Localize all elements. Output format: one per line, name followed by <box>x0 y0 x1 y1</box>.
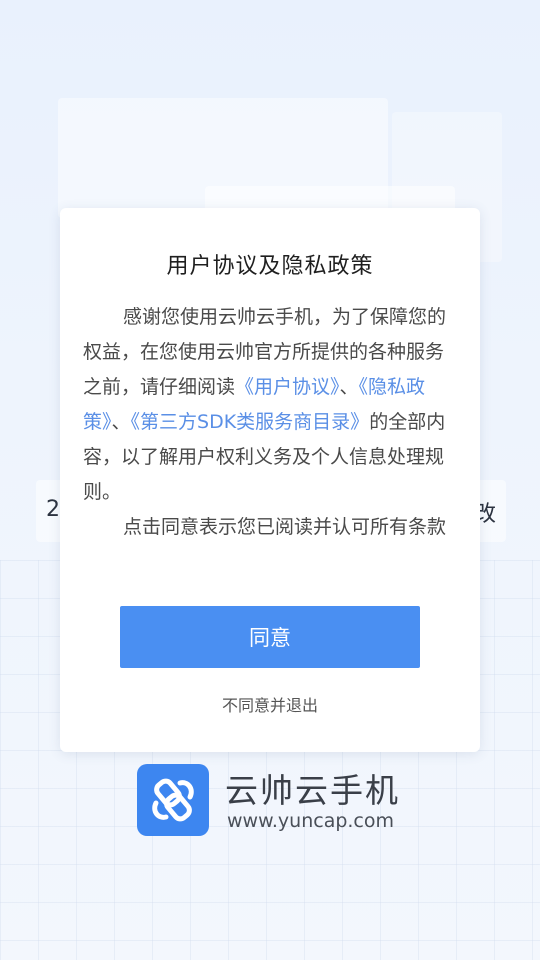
third-party-sdk-link[interactable]: 《第三方SDK类服务商目录》 <box>131 411 370 433</box>
phone-link-icon <box>152 778 194 822</box>
agree-button[interactable]: 同意 <box>120 606 420 668</box>
background-text: 2 <box>46 497 60 522</box>
app-logo <box>137 764 209 836</box>
agreement-paragraph: 感谢您使用云帅云手机，为了保障您的权益，在您使用云帅官方所提供的各种服务之前，请… <box>83 300 447 510</box>
user-agreement-link[interactable]: 《用户协议》 <box>235 376 340 398</box>
agreement-dialog: 用户协议及隐私政策 感谢您使用云帅云手机，为了保障您的权益，在您使用云帅官方所提… <box>60 208 480 752</box>
brand-footer: 云帅云手机 www.yuncap.com <box>137 764 417 838</box>
separator-text: 、 <box>111 411 131 433</box>
dialog-body: 感谢您使用云帅云手机，为了保障您的权益，在您使用云帅官方所提供的各种服务之前，请… <box>83 300 447 545</box>
separator-text: 、 <box>339 376 359 398</box>
consent-paragraph: 点击同意表示您已阅读并认可所有条款 <box>123 516 447 538</box>
reject-exit-button[interactable]: 不同意并退出 <box>60 692 480 716</box>
dialog-title: 用户协议及隐私政策 <box>166 254 374 279</box>
brand-url: www.yuncap.com <box>227 810 395 832</box>
brand-name: 云帅云手机 <box>225 771 400 810</box>
